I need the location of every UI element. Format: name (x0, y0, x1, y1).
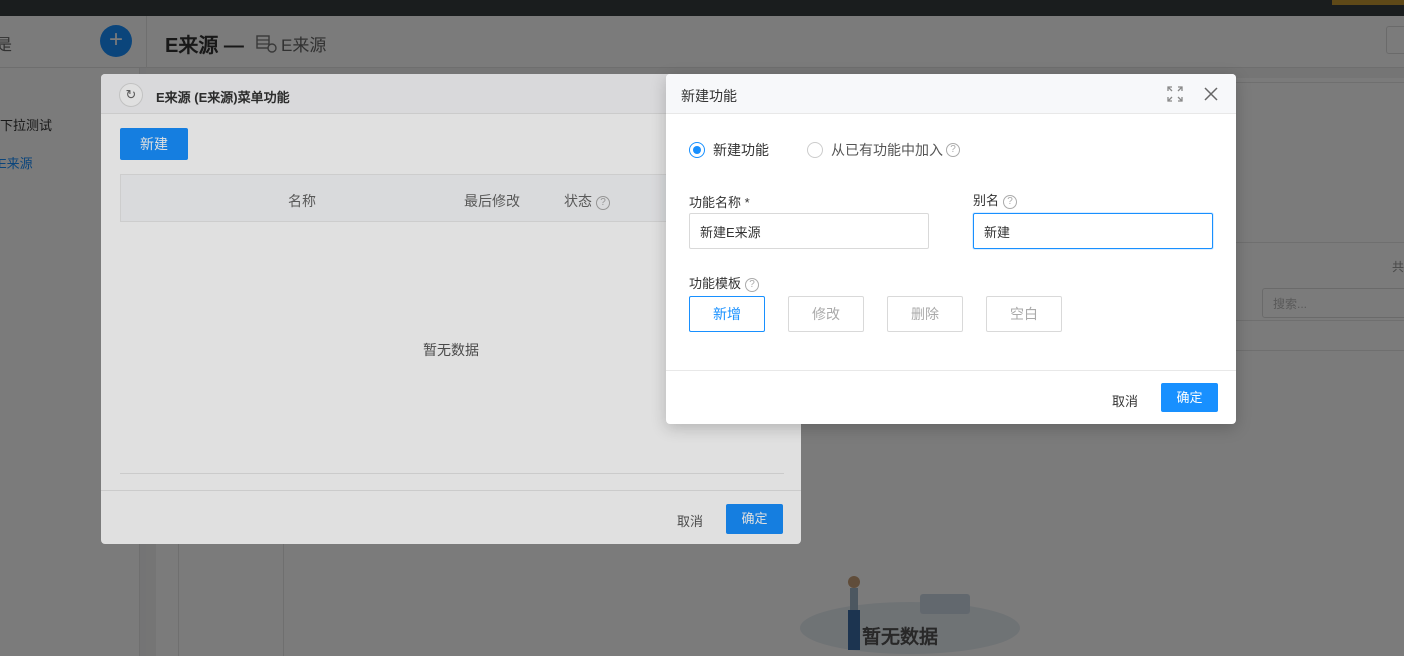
help-icon[interactable]: ? (946, 143, 960, 157)
alias-label: 别名? (973, 190, 1018, 209)
cancel-button[interactable]: 取消 (1112, 391, 1138, 410)
function-name-label: 功能名称 * (689, 195, 750, 210)
dialog-header: 新建功能 (666, 74, 1236, 114)
expand-icon[interactable] (1166, 85, 1184, 103)
new-function-dialog: 新建功能 新建功能 从已有功能中加入 ? 功能名称 * 别名? 功能模板? 新增… (666, 74, 1236, 424)
template-blank-button[interactable]: 空白 (986, 296, 1062, 332)
template-edit-button[interactable]: 修改 (788, 296, 864, 332)
radio-button[interactable] (807, 142, 823, 158)
template-delete-button[interactable]: 删除 (887, 296, 963, 332)
function-name-input[interactable] (689, 213, 929, 249)
source-radio-group: 新建功能 从已有功能中加入 ? (689, 140, 960, 160)
radio-new-function[interactable]: 新建功能 (689, 140, 769, 160)
alias-input[interactable] (973, 213, 1213, 249)
template-add-button[interactable]: 新增 (689, 296, 765, 332)
template-label: 功能模板? (689, 273, 760, 292)
close-icon[interactable] (1202, 85, 1220, 103)
dialog-title: 新建功能 (681, 88, 737, 104)
radio-button-checked[interactable] (689, 142, 705, 158)
radio-label: 新建功能 (713, 142, 769, 158)
help-icon[interactable]: ? (1003, 195, 1018, 209)
divider (666, 370, 1236, 371)
help-icon[interactable]: ? (745, 278, 760, 292)
radio-existing-function[interactable]: 从已有功能中加入 ? (807, 140, 960, 160)
confirm-button[interactable]: 确定 (1161, 383, 1218, 412)
radio-label: 从已有功能中加入 (831, 142, 943, 158)
